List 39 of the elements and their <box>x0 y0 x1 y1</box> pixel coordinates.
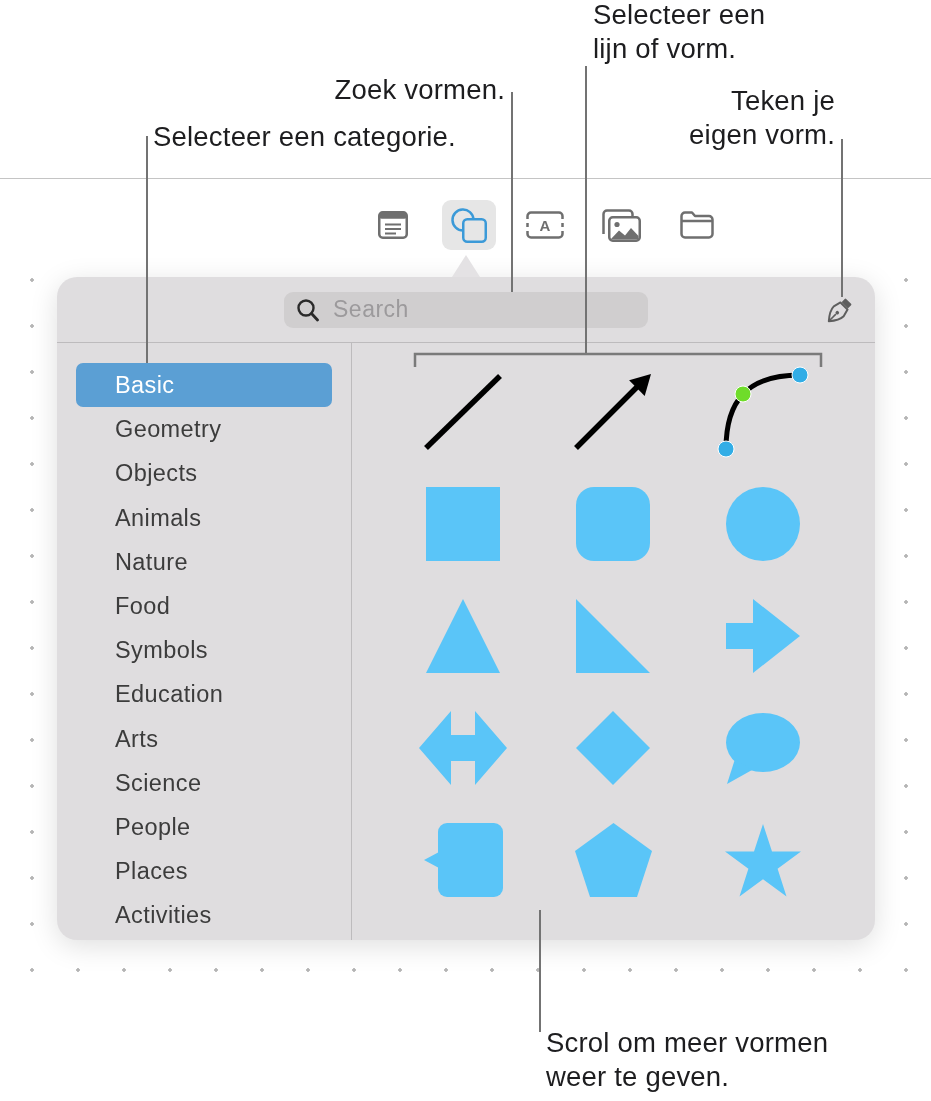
circle-icon[interactable] <box>726 487 800 561</box>
notes-icon <box>378 211 408 239</box>
photos-icon <box>601 208 641 242</box>
square-icon[interactable] <box>426 487 500 561</box>
search-icon <box>297 298 319 322</box>
folder-icon <box>680 211 714 239</box>
diamond-icon[interactable] <box>576 711 650 785</box>
category-item[interactable]: Places <box>76 849 332 894</box>
triangle-icon[interactable] <box>426 599 500 673</box>
category-item[interactable]: Food <box>76 583 332 629</box>
toolbar-button[interactable]: A <box>518 200 572 250</box>
star-icon[interactable] <box>725 823 801 897</box>
callout-text: Scrol om meer vormen weer te geven. <box>546 1026 830 1094</box>
category-item[interactable]: Nature <box>76 539 332 584</box>
speech-bubble-icon[interactable] <box>726 712 800 784</box>
right-triangle-icon[interactable] <box>576 599 650 673</box>
arrow-icon[interactable] <box>573 373 653 451</box>
pentagon-icon[interactable] <box>574 823 652 897</box>
shapes-icon <box>451 207 487 243</box>
diagonal-line-icon[interactable] <box>423 373 503 451</box>
callout-text: Zoek vormen. <box>334 73 505 107</box>
category-item[interactable]: Objects <box>76 451 332 496</box>
curve-icon[interactable] <box>717 366 809 458</box>
category-item[interactable]: Geometry <box>76 407 332 452</box>
category-item[interactable]: Animals <box>76 495 332 540</box>
callout-text: Selecteer een lijn of vorm. <box>593 0 767 66</box>
toolbar-button[interactable] <box>442 200 496 250</box>
callout-square-icon[interactable] <box>423 823 503 897</box>
double-arrow-icon[interactable] <box>419 711 507 785</box>
callout-text: Selecteer een categorie. <box>153 120 456 154</box>
category-item[interactable]: Arts <box>76 716 332 761</box>
category-item[interactable]: Symbols <box>76 628 332 673</box>
category-item[interactable]: Activities <box>76 893 332 938</box>
right-arrow-icon[interactable] <box>726 599 800 673</box>
callout-text: Teken je eigen vorm. <box>688 84 835 152</box>
category-item[interactable]: Science <box>76 760 332 805</box>
category-item[interactable]: Education <box>76 672 332 717</box>
category-item[interactable]: People <box>76 804 332 850</box>
rounded-square-icon[interactable] <box>576 487 650 561</box>
